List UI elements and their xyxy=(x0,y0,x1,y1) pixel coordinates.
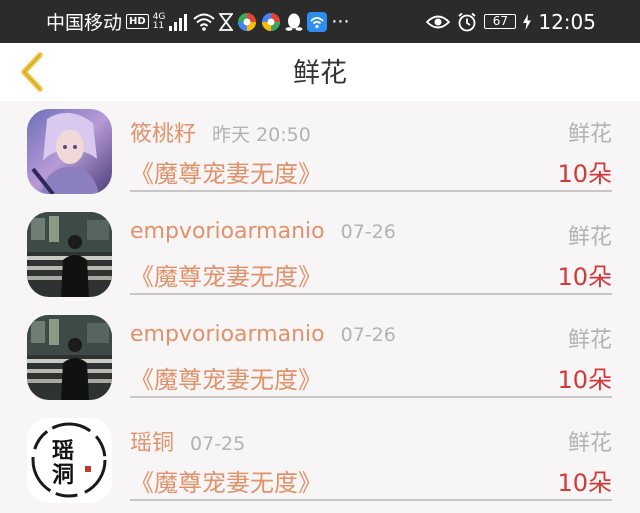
list-item[interactable]: 筱桃籽 昨天 20:50 鲜花 《魔尊宠妻无度》 10朵 xyxy=(0,101,640,204)
gift-type-label: 鲜花 xyxy=(567,122,612,147)
gift-amount: 10朵 xyxy=(557,366,612,394)
svg-text:洞: 洞 xyxy=(52,462,74,488)
gift-type-label: 鲜花 xyxy=(567,328,612,353)
alarm-icon xyxy=(457,12,477,32)
battery-indicator: 67 xyxy=(484,14,517,29)
list-item[interactable]: empvorioarmanio 07-26 鲜花 《魔尊宠妻无度》 10朵 xyxy=(0,204,640,307)
status-right: 67 12:05 xyxy=(426,0,596,43)
gift-amount: 10朵 xyxy=(557,469,612,497)
send-date: 07-25 xyxy=(190,433,246,455)
divider xyxy=(130,499,612,501)
network-type-bottom: 11 xyxy=(152,20,165,31)
svg-text:瑶: 瑶 xyxy=(52,438,74,464)
divider xyxy=(130,190,612,192)
gift-type-label: 鲜花 xyxy=(567,225,612,250)
user-avatar[interactable]: 瑶 洞 xyxy=(27,418,112,503)
page-title: 鲜花 xyxy=(293,58,347,89)
app-icon-1 xyxy=(237,12,257,32)
signal-icon xyxy=(169,13,189,31)
flower-gift-list: 筱桃籽 昨天 20:50 鲜花 《魔尊宠妻无度》 10朵 empvorioarma… xyxy=(0,101,640,513)
carrier-label: 中国移动 xyxy=(46,12,123,34)
send-date: 07-26 xyxy=(340,324,396,346)
network-type: 4G 11 xyxy=(152,12,166,31)
wifi-icon xyxy=(193,13,216,31)
sender-name[interactable]: 瑶铜 07-25 xyxy=(130,425,245,457)
gift-amount: 10朵 xyxy=(557,263,612,291)
hourglass-icon xyxy=(219,12,234,31)
book-title-link[interactable]: 《魔尊宠妻无度》 xyxy=(130,257,322,292)
gift-amount: 10朵 xyxy=(557,160,612,188)
status-left: 中国移动 HD 4G 11 ··· xyxy=(46,0,350,43)
sender-name-text: 筱桃籽 xyxy=(130,122,197,147)
charging-icon xyxy=(523,13,532,30)
user-avatar[interactable] xyxy=(27,109,112,194)
book-title-link[interactable]: 《魔尊宠妻无度》 xyxy=(130,154,322,189)
send-date: 07-26 xyxy=(340,221,396,243)
gift-type-label: 鲜花 xyxy=(567,431,612,456)
sender-name-text: empvorioarmanio xyxy=(130,219,325,244)
eye-icon xyxy=(426,14,451,30)
book-title-link[interactable]: 《魔尊宠妻无度》 xyxy=(130,360,322,395)
clock: 12:05 xyxy=(538,9,596,34)
list-item[interactable]: empvorioarmanio 07-26 鲜花 《魔尊宠妻无度》 10朵 xyxy=(0,307,640,410)
sender-name[interactable]: empvorioarmanio 07-26 xyxy=(130,219,396,244)
book-title-link[interactable]: 《魔尊宠妻无度》 xyxy=(130,463,322,498)
list-item[interactable]: 瑶 洞 瑶铜 07-25 鲜花 《魔尊宠妻无度》 10朵 xyxy=(0,410,640,513)
qq-icon xyxy=(285,12,303,32)
wifi-app-icon xyxy=(307,11,328,32)
more-dots-icon: ··· xyxy=(331,10,350,33)
hd-badge: HD xyxy=(126,14,149,29)
sender-name-text: empvorioarmanio xyxy=(130,322,325,347)
sender-name[interactable]: empvorioarmanio 07-26 xyxy=(130,322,396,347)
top-nav-bar: 鲜花 xyxy=(0,43,640,101)
sender-name-text: 瑶铜 xyxy=(130,431,175,456)
sender-name[interactable]: 筱桃籽 昨天 20:50 xyxy=(130,116,311,148)
divider xyxy=(130,293,612,295)
app-icon-2 xyxy=(261,12,281,32)
divider xyxy=(130,396,612,398)
user-avatar[interactable] xyxy=(27,212,112,297)
status-bar: 中国移动 HD 4G 11 ··· 67 12:05 xyxy=(0,0,640,43)
send-date: 昨天 20:50 xyxy=(212,124,311,146)
user-avatar[interactable] xyxy=(27,315,112,400)
